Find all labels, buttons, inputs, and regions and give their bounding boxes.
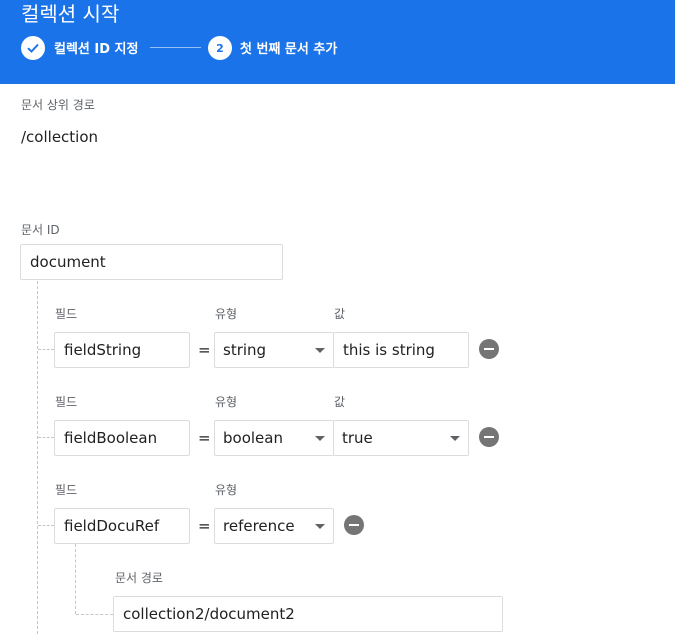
tree-connector [37,281,38,634]
type-select[interactable]: reference [214,508,334,544]
field-label: 필드 [55,307,78,321]
caret-down-icon [315,435,325,441]
equals-sign: = [198,341,211,359]
parent-path-label: 문서 상위 경로 [21,98,95,112]
field-name-input[interactable]: fieldString [54,332,190,368]
step-connector [150,47,201,48]
equals-sign: = [198,517,211,535]
value-label: 값 [334,395,346,409]
dialog-header: 컬렉션 시작 컬렉션 ID 지정 2 첫 번째 문서 추가 [0,0,675,84]
step-2-number: 2 [208,36,232,60]
reference-path-input[interactable]: collection2/document2 [113,596,503,632]
caret-down-icon [315,347,325,353]
field-label: 필드 [55,483,78,497]
step-1-label: 컬렉션 ID 지정 [54,42,139,57]
type-select[interactable]: boolean [214,420,334,456]
check-icon [21,36,45,60]
field-name-input[interactable]: fieldBoolean [54,420,190,456]
step-2-label: 첫 번째 문서 추가 [240,42,338,57]
field-label: 필드 [55,395,78,409]
type-label: 유형 [215,483,238,497]
dialog-title: 컬렉션 시작 [21,2,120,26]
field-name-input[interactable]: fieldDocuRef [54,508,190,544]
document-id-label: 문서 ID [21,223,60,237]
tree-branch [38,525,54,526]
remove-field-icon[interactable] [479,339,499,359]
equals-sign: = [198,429,211,447]
type-label: 유형 [215,395,238,409]
reference-path-label: 문서 경로 [115,571,163,585]
type-select[interactable]: string [214,332,334,368]
parent-path-value: /collection [21,128,99,146]
field-value-input[interactable]: this is string [333,332,469,368]
document-id-input[interactable]: document [20,244,283,280]
remove-field-icon[interactable] [344,515,364,535]
boolean-value-select[interactable]: true [333,420,469,456]
value-label: 값 [334,307,346,321]
tree-connector [75,544,76,614]
tree-branch [38,349,54,350]
type-label: 유형 [215,307,238,321]
tree-branch [38,437,54,438]
tree-branch [76,614,113,615]
caret-down-icon [450,435,460,441]
remove-field-icon[interactable] [479,427,499,447]
caret-down-icon [315,523,325,529]
